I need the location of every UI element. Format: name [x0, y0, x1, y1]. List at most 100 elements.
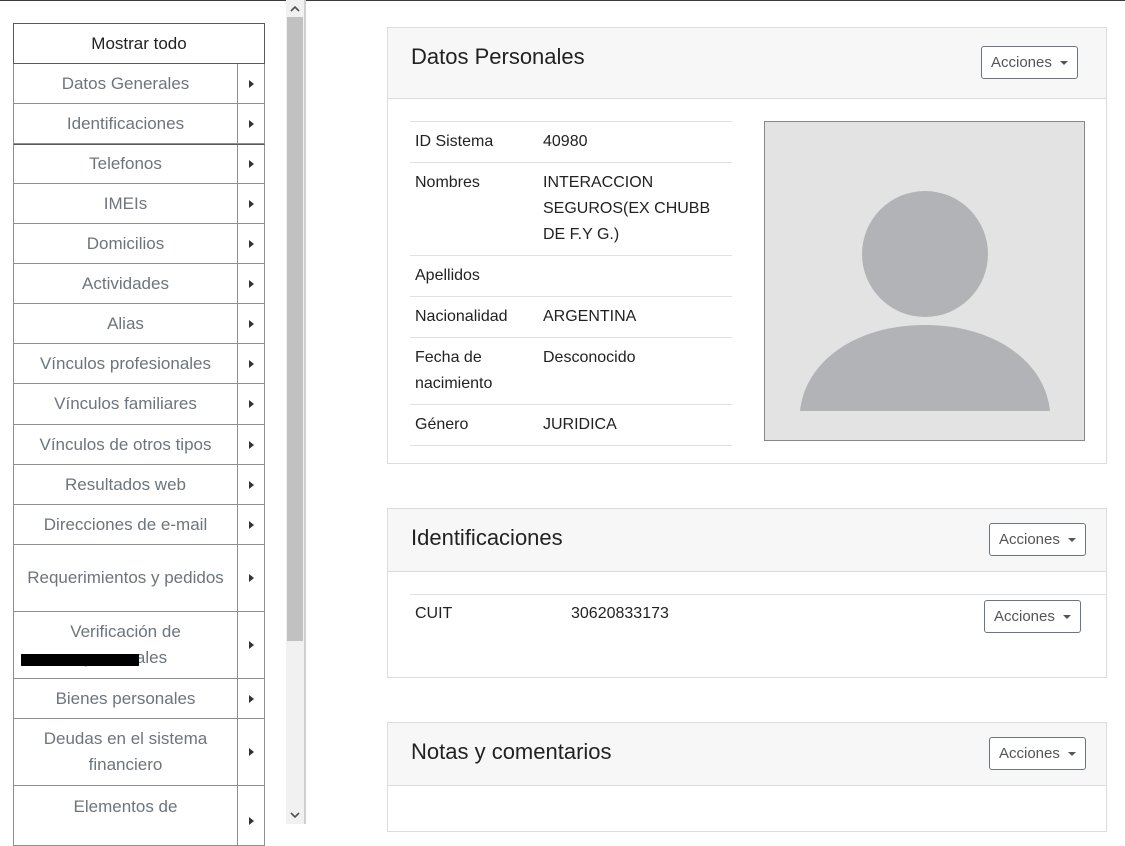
expand-button[interactable]: [237, 545, 264, 611]
sidebar-item-verificacion[interactable]: Verificación de personales: [13, 612, 265, 679]
actions-dropdown-button[interactable]: Acciones: [981, 46, 1078, 79]
sidebar-scrollbar[interactable]: [286, 0, 304, 824]
sidebar-item-actividades[interactable]: Actividades: [13, 264, 265, 304]
expand-button[interactable]: [237, 224, 264, 263]
expand-button[interactable]: [237, 505, 264, 544]
sidebar-item-alias[interactable]: Alias: [13, 304, 265, 344]
caret-down-icon: [1067, 537, 1076, 542]
field-value: ARGENTINA: [538, 296, 732, 338]
field-value: [538, 255, 732, 297]
sidebar-item-telefonos[interactable]: Telefonos: [13, 144, 265, 184]
chevron-down-icon: [290, 812, 300, 819]
show-all-button[interactable]: Mostrar todo: [13, 23, 265, 64]
expand-button[interactable]: [237, 64, 264, 103]
expand-button[interactable]: [237, 384, 264, 424]
sidebar-item-imeis[interactable]: IMEIs: [13, 184, 265, 224]
sidebar-item-label: Actividades: [82, 273, 169, 293]
sidebar-item-identificaciones[interactable]: Identificaciones: [13, 104, 265, 144]
expand-button[interactable]: [237, 145, 264, 183]
sidebar-item-vinculos-profesionales[interactable]: Vínculos profesionales: [13, 344, 265, 384]
sidebar-item-requerimientos[interactable]: Requerimientos y pedidos: [13, 545, 265, 612]
sidebar-item-label: Requerimientos y pedidos: [27, 568, 224, 587]
section-sidebar: Mostrar todo Datos Generales Identificac…: [13, 23, 265, 846]
caret-right-icon: [248, 480, 254, 489]
row-actions-dropdown-button[interactable]: Acciones: [984, 600, 1081, 633]
card-title: Notas y comentarios: [411, 739, 612, 764]
scroll-down-button[interactable]: [286, 807, 304, 824]
sidebar-item-label: Bienes personales: [55, 688, 196, 708]
field-key: Nacionalidad: [410, 296, 538, 338]
sidebar-item-bienes[interactable]: Bienes personales: [13, 679, 265, 719]
caret-right-icon: [248, 520, 254, 529]
expand-button[interactable]: [237, 425, 264, 464]
sidebar-item-elementos[interactable]: Elementos de: [13, 786, 265, 846]
caret-right-icon: [248, 319, 254, 328]
card-header: Notas y comentarios Acciones: [388, 723, 1106, 786]
scroll-up-button[interactable]: [286, 0, 304, 17]
sidebar-item-label: Resultados web: [65, 474, 186, 494]
caret-right-icon: [248, 160, 254, 168]
actions-dropdown-button[interactable]: Acciones: [989, 737, 1086, 770]
expand-button[interactable]: [237, 786, 264, 845]
sidebar-item-label: Verificación de personales: [70, 622, 181, 667]
caret-down-icon: [1067, 751, 1076, 756]
actions-label: Acciones: [999, 531, 1060, 548]
actions-label: Acciones: [991, 54, 1052, 71]
sidebar-item-label: Alias: [107, 313, 144, 333]
id-type: CUIT: [415, 605, 453, 622]
scrollbar-thumb[interactable]: [287, 17, 303, 641]
field-key: Género: [410, 404, 538, 446]
sidebar-item-label: IMEIs: [103, 193, 148, 213]
field-key: Fecha de nacimiento: [410, 337, 538, 405]
sidebar-item-label: Telefonos: [89, 154, 162, 173]
sidebar-item-label: Vínculos de otros tipos: [39, 434, 212, 454]
sidebar-item-resultados-web[interactable]: Resultados web: [13, 465, 265, 505]
caret-down-icon: [1059, 60, 1068, 65]
expand-button[interactable]: [237, 264, 264, 303]
table-row: Fecha de nacimiento Desconocido: [410, 337, 732, 405]
sidebar-item-label: Identificaciones: [66, 113, 185, 133]
sidebar-item-emails[interactable]: Direcciones de e-mail: [13, 505, 265, 545]
card-header: Identificaciones Acciones: [388, 509, 1106, 572]
sidebar-item-label: Direcciones de e-mail: [43, 514, 208, 534]
card-body: ID Sistema 40980 Nombres INTERACCION SEG…: [388, 99, 1106, 463]
caret-right-icon: [248, 359, 254, 368]
field-key: Apellidos: [410, 255, 538, 297]
sidebar-item-deudas[interactable]: Deudas en el sistema financiero: [13, 719, 265, 786]
actions-dropdown-button[interactable]: Acciones: [989, 523, 1086, 556]
expand-button[interactable]: [237, 344, 264, 383]
expand-button[interactable]: [237, 612, 264, 678]
card-title: Identificaciones: [411, 525, 563, 550]
actions-label: Acciones: [999, 745, 1060, 762]
caret-right-icon: [248, 440, 254, 449]
caret-right-icon: [248, 574, 254, 582]
actions-label: Acciones: [994, 608, 1055, 625]
sidebar-item-label: Deudas en el sistema financiero: [43, 729, 208, 774]
table-row: ID Sistema 40980: [410, 121, 732, 163]
sidebar-item-vinculos-familiares[interactable]: Vínculos familiares: [13, 384, 265, 425]
expand-button[interactable]: [237, 465, 264, 504]
table-row: Nacionalidad ARGENTINA: [410, 296, 732, 338]
card-title: Datos Personales: [411, 44, 585, 69]
sidebar-item-vinculos-otros[interactable]: Vínculos de otros tipos: [13, 425, 265, 465]
caret-right-icon: [248, 748, 254, 756]
expand-button[interactable]: [237, 679, 264, 718]
caret-right-icon: [248, 279, 254, 288]
card-header: Datos Personales Acciones: [388, 28, 1106, 99]
avatar-placeholder-icon: [800, 191, 1050, 411]
table-row: CUIT 30620833173 Acciones: [410, 594, 1107, 644]
caret-right-icon: [248, 199, 254, 208]
field-value: JURIDICA: [538, 404, 732, 446]
expand-button[interactable]: [237, 719, 264, 785]
field-value: 40980: [538, 121, 732, 163]
personal-data-table: ID Sistema 40980 Nombres INTERACCION SEG…: [410, 121, 732, 446]
redaction-bar: [21, 654, 139, 666]
expand-button[interactable]: [237, 304, 264, 343]
sidebar-item-label: Elementos de: [73, 797, 178, 816]
expand-button[interactable]: [237, 184, 264, 223]
sidebar-item-datos-generales[interactable]: Datos Generales: [13, 64, 265, 104]
profile-photo: [764, 121, 1085, 441]
expand-button[interactable]: [237, 104, 264, 143]
sidebar-item-label: Datos Generales: [61, 73, 190, 93]
sidebar-item-domicilios[interactable]: Domicilios: [13, 224, 265, 264]
